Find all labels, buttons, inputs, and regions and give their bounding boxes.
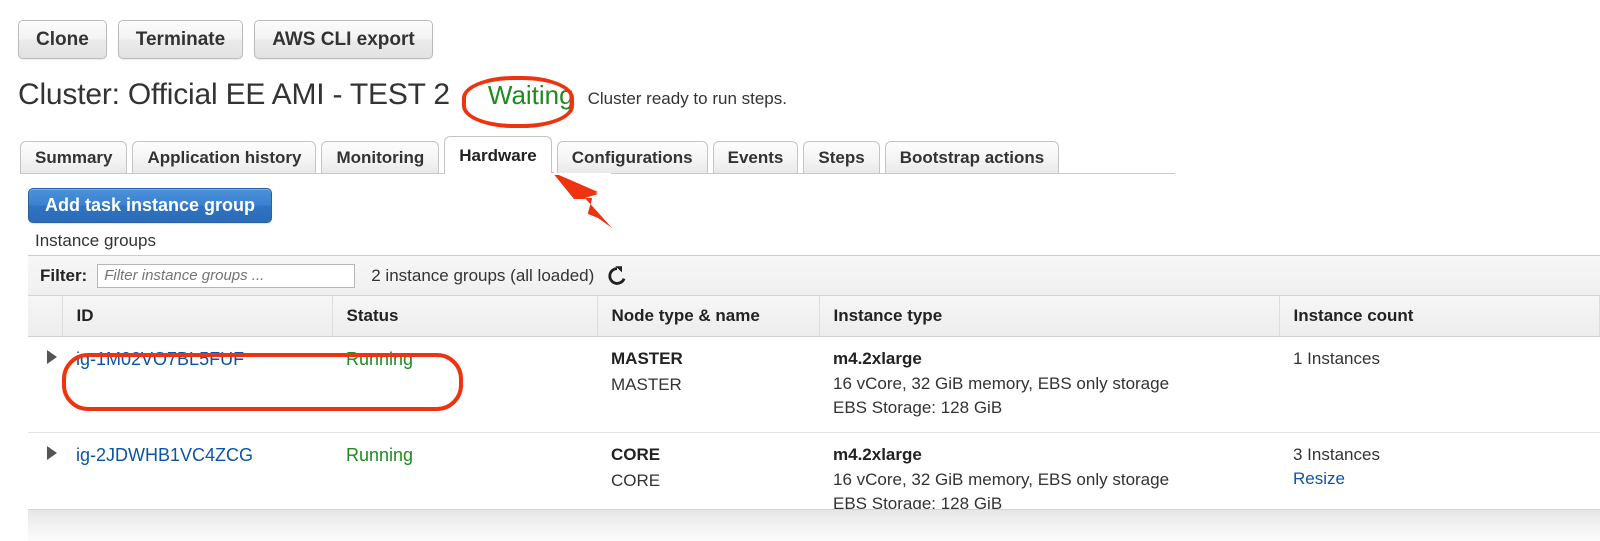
tab-bar-active-gap: [495, 173, 611, 175]
filter-bar: Filter: 2 instance groups (all loaded): [28, 256, 1600, 296]
instance-group-id-link[interactable]: ig-2JDWHB1VC4ZCG: [76, 445, 253, 465]
cluster-status-message: Cluster ready to run steps.: [587, 89, 787, 108]
instance-group-count: 2 instance groups (all loaded): [371, 265, 595, 285]
instance-count-value: 1 Instances: [1293, 348, 1380, 368]
tab-monitoring[interactable]: Monitoring: [321, 141, 440, 174]
page-title: Cluster: Official EE AMI - TEST 2: [18, 78, 450, 111]
annotation-arrow-hardware: [552, 172, 612, 228]
tab-configurations[interactable]: Configurations: [556, 141, 708, 174]
column-header-instance-type[interactable]: Instance type: [819, 296, 1280, 337]
node-name-label: CORE: [611, 470, 661, 490]
panel-footer: [28, 509, 1600, 541]
tab-events[interactable]: Events: [712, 141, 799, 174]
instance-group-id-link[interactable]: ig-1M02VO7BL5FUF: [76, 349, 244, 369]
search-input[interactable]: [97, 263, 356, 288]
tab-summary[interactable]: Summary: [20, 141, 128, 174]
terminate-button[interactable]: Terminate: [117, 20, 244, 59]
tab-application-history[interactable]: Application history: [132, 141, 317, 174]
instance-count-value: 3 Instances: [1293, 444, 1380, 464]
chevron-right-icon[interactable]: [47, 349, 57, 364]
aws-cli-export-button[interactable]: AWS CLI export: [254, 20, 433, 59]
cell-status: Running: [332, 336, 597, 433]
table-header-row: ID Status Node type & name Instance type…: [28, 296, 1600, 337]
node-type-label: CORE: [611, 444, 661, 464]
node-name-label: MASTER: [611, 374, 682, 394]
column-header-status[interactable]: Status: [332, 296, 598, 337]
tab-bootstrap-actions[interactable]: Bootstrap actions: [884, 141, 1060, 174]
clone-button[interactable]: Clone: [18, 20, 107, 59]
instance-groups-table: ID Status Node type & name Instance type…: [28, 296, 1600, 530]
column-header-node-type[interactable]: Node type & name: [597, 296, 820, 337]
tab-steps[interactable]: Steps: [803, 141, 880, 174]
column-header-id[interactable]: ID: [62, 296, 333, 337]
status-badge: Running: [346, 348, 414, 369]
cluster-action-bar: Clone Terminate AWS CLI export: [18, 20, 433, 59]
table-row: ig-1M02VO7BL5FUF Running MASTER MASTER m…: [28, 336, 1600, 433]
cell-instance-type: m4.2xlarge 16 vCore, 32 GiB memory, EBS …: [819, 336, 1279, 433]
node-type-label: MASTER: [611, 348, 683, 368]
instance-type-name: m4.2xlarge: [833, 348, 922, 368]
instance-type-name: m4.2xlarge: [833, 444, 922, 464]
cluster-tab-bar: Summary Application history Monitoring H…: [20, 136, 1064, 174]
cell-instance-count: 1 Instances: [1279, 336, 1600, 433]
resize-link[interactable]: Resize: [1293, 469, 1345, 489]
column-header-instance-count[interactable]: Instance count: [1279, 296, 1600, 337]
cluster-header: Cluster: Official EE AMI - TEST 2 Waitin…: [18, 78, 787, 112]
instance-groups-caption: Instance groups: [35, 231, 156, 250]
instance-type-spec: 16 vCore, 32 GiB memory, EBS only storag…: [833, 373, 1170, 393]
tab-hardware[interactable]: Hardware: [444, 136, 552, 174]
add-task-instance-group-button[interactable]: Add task instance group: [28, 188, 273, 223]
refresh-icon[interactable]: [606, 265, 628, 287]
status-badge: Running: [346, 444, 414, 465]
instance-type-spec: 16 vCore, 32 GiB memory, EBS only storag…: [833, 469, 1170, 489]
filter-label: Filter:: [40, 265, 88, 285]
column-header-toggle: [28, 296, 63, 337]
cell-id: ig-1M02VO7BL5FUF: [62, 336, 332, 433]
chevron-right-icon[interactable]: [47, 445, 57, 460]
instance-groups-panel: Filter: 2 instance groups (all loaded) I…: [28, 255, 1600, 530]
instance-ebs-storage: EBS Storage: 128 GiB: [833, 397, 1003, 417]
cluster-status-badge: Waiting: [487, 80, 574, 110]
row-expand-toggle[interactable]: [28, 336, 62, 433]
cell-node-type: MASTER MASTER: [597, 336, 819, 433]
